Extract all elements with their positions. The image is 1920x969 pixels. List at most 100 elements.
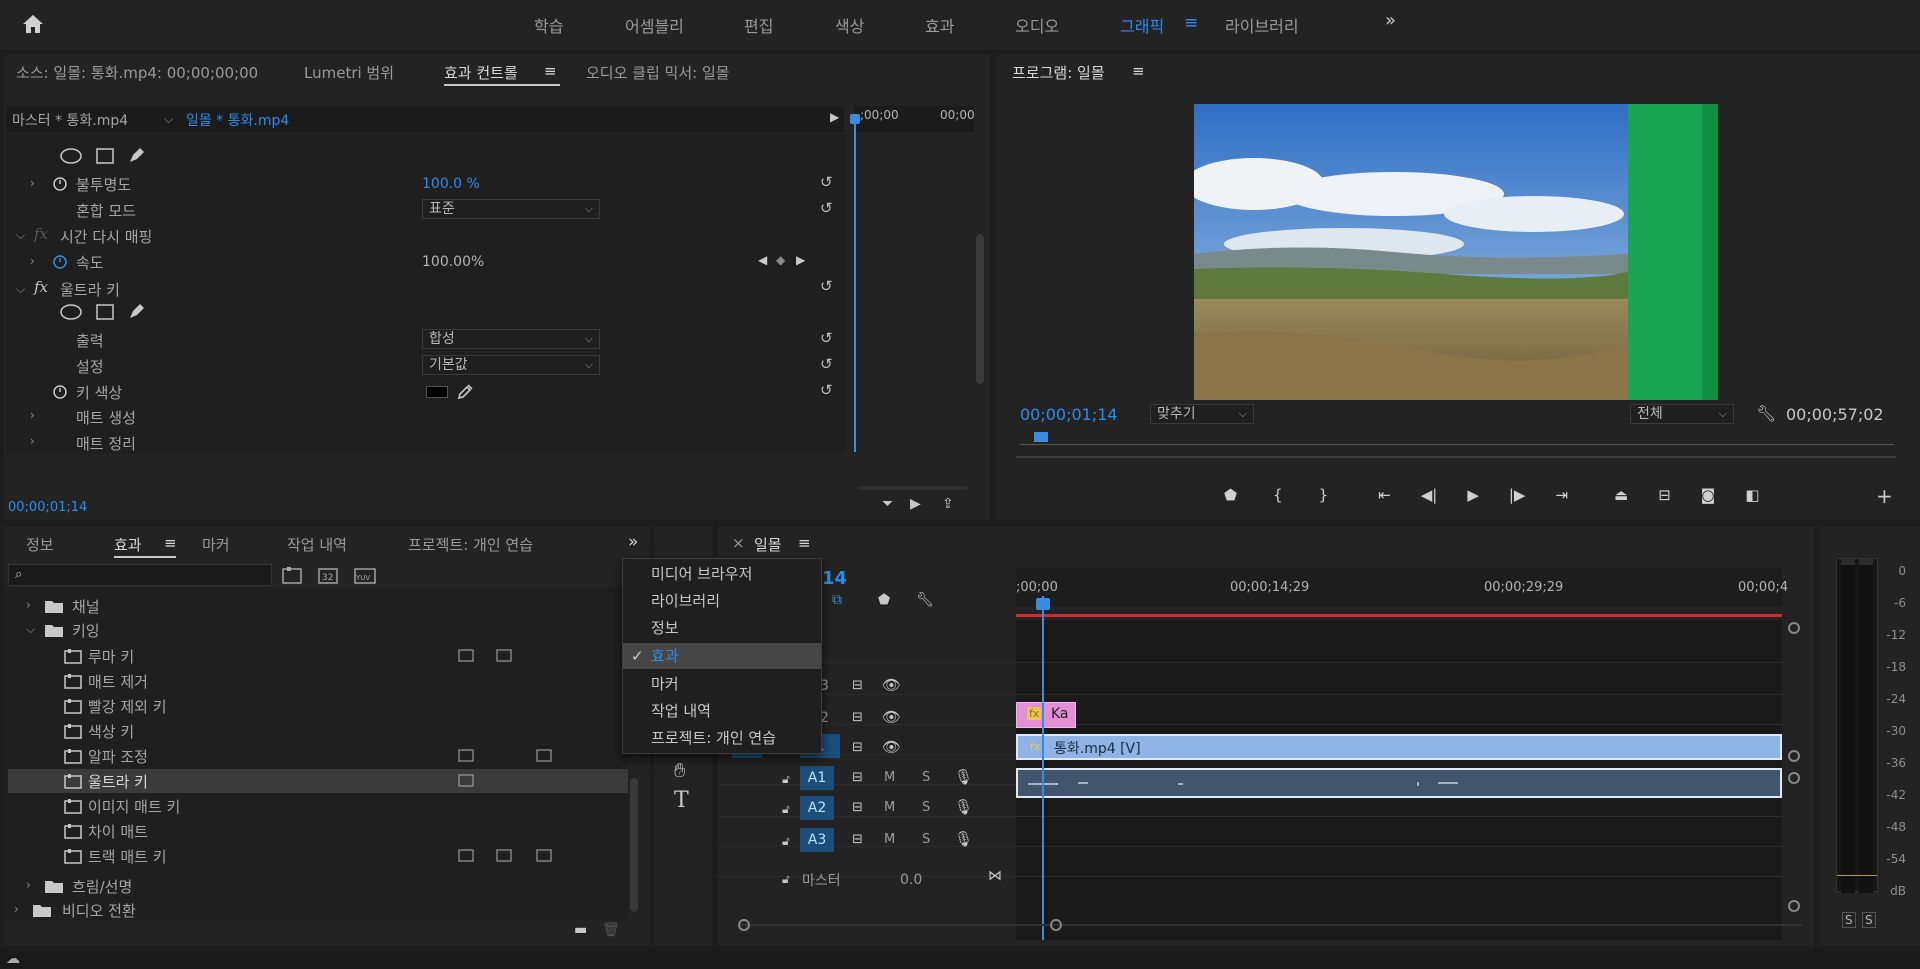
go-to-in-icon[interactable]: ⇤ bbox=[1378, 486, 1391, 504]
effect-controls-timecode[interactable]: 00;00;01;14 bbox=[8, 500, 87, 515]
reset-icon[interactable]: ↺ bbox=[820, 356, 836, 372]
timeline-ruler[interactable] bbox=[1016, 568, 1782, 606]
output-dropdown[interactable]: 합성 ⌵ bbox=[422, 329, 600, 349]
effect-item[interactable]: 트랙 매트 키 bbox=[88, 846, 167, 867]
stopwatch-icon[interactable] bbox=[52, 175, 68, 191]
sync-lock-icon[interactable]: ⊟ bbox=[852, 800, 863, 815]
effect-item[interactable]: 차이 매트 bbox=[88, 821, 148, 842]
scroll-handle[interactable] bbox=[1788, 772, 1800, 784]
mark-in-icon[interactable]: { bbox=[1273, 486, 1283, 504]
ellipse-mask-icon[interactable] bbox=[60, 304, 82, 320]
opacity-value[interactable]: 100.0 % bbox=[422, 176, 480, 192]
extract-icon[interactable]: ⊟ bbox=[1658, 486, 1671, 504]
prev-keyframe-icon[interactable]: ◀ bbox=[758, 253, 767, 267]
camera-icon[interactable]: ◙ bbox=[1701, 486, 1716, 504]
chevron-down-icon[interactable]: ⌵ bbox=[164, 112, 173, 127]
effects-menu-icon[interactable]: ≡ bbox=[164, 534, 177, 552]
delete-icon[interactable]: 🗑︎ bbox=[602, 922, 620, 938]
tab-markers[interactable]: 마커 bbox=[202, 534, 230, 555]
menu-item-libraries[interactable]: 라이브러리 bbox=[623, 588, 821, 614]
workspace-edit[interactable]: 편집 bbox=[744, 13, 773, 37]
type-tool-icon[interactable]: T bbox=[674, 788, 689, 813]
track-a3-target[interactable]: A3 bbox=[800, 828, 834, 852]
compare-icon[interactable]: ◧ bbox=[1745, 486, 1759, 504]
master-clip-label[interactable]: 마스터 * 통화.mp4 bbox=[12, 110, 128, 130]
speed-value[interactable]: 100.00% bbox=[422, 254, 484, 270]
lock-icon[interactable]: 🔓︎ bbox=[782, 834, 790, 849]
effect-item[interactable]: 울트라 키 bbox=[88, 771, 148, 792]
folder-blur-sharpen[interactable]: 흐림/선명 bbox=[72, 876, 132, 897]
export-icon[interactable]: ⇪ bbox=[942, 496, 954, 512]
pen-mask-icon[interactable] bbox=[128, 146, 146, 164]
scroll-handle[interactable] bbox=[1788, 750, 1800, 762]
stopwatch-icon[interactable] bbox=[52, 383, 68, 399]
add-marker-icon[interactable]: ⬟ bbox=[878, 592, 890, 608]
expand-chevron-icon[interactable]: › bbox=[30, 176, 35, 190]
play-audio-icon[interactable]: ▶ bbox=[910, 496, 921, 512]
scroll-handle[interactable] bbox=[1788, 900, 1800, 912]
linked-selection-icon[interactable]: ⧉ bbox=[832, 592, 842, 608]
track-a1-target[interactable]: A1 bbox=[800, 766, 834, 790]
timeline-zoom-track[interactable] bbox=[738, 924, 1802, 926]
blend-mode-dropdown[interactable]: 표준 ⌵ bbox=[422, 199, 600, 219]
program-menu-icon[interactable]: ≡ bbox=[1132, 62, 1145, 80]
sync-lock-icon[interactable]: ⊟ bbox=[852, 832, 863, 847]
collapse-chevron-icon[interactable]: ⌵ bbox=[16, 282, 25, 297]
effect-item[interactable]: 색상 키 bbox=[88, 721, 134, 742]
marker-icon[interactable]: ⬟ bbox=[1224, 486, 1237, 504]
mute-button[interactable]: M bbox=[884, 832, 895, 847]
tab-effect-controls[interactable]: 효과 컨트롤 bbox=[444, 62, 518, 83]
solo-right-button[interactable]: S bbox=[1862, 912, 1876, 928]
program-video-frame[interactable] bbox=[1194, 104, 1718, 400]
mic-icon[interactable]: 🎙︎ bbox=[954, 798, 973, 816]
fit-dropdown[interactable]: 맞추기 ⌵ bbox=[1150, 404, 1254, 424]
filter-icon[interactable]: ⏷ bbox=[882, 496, 893, 512]
effect-item[interactable]: 알파 조정 bbox=[88, 746, 148, 767]
workspace-assembly[interactable]: 어셈블리 bbox=[625, 13, 684, 37]
timeline-menu-icon[interactable]: ≡ bbox=[798, 534, 811, 552]
reset-icon[interactable]: ↺ bbox=[820, 278, 836, 294]
effect-item[interactable]: 이미지 매트 키 bbox=[88, 796, 180, 817]
menu-item-media-browser[interactable]: 미디어 브라우저 bbox=[623, 561, 821, 587]
reset-icon[interactable]: ↺ bbox=[820, 174, 836, 190]
reset-icon[interactable]: ↺ bbox=[820, 330, 836, 346]
next-keyframe-icon[interactable]: ▶ bbox=[796, 253, 805, 267]
mini-playhead-handle[interactable] bbox=[850, 114, 860, 124]
workspace-effects[interactable]: 효과 bbox=[925, 13, 954, 37]
effect-controls-scrollbar[interactable] bbox=[976, 234, 984, 384]
effect-item[interactable]: 매트 제거 bbox=[88, 671, 148, 692]
eye-icon[interactable]: 👁︎ bbox=[882, 708, 901, 726]
sync-lock-icon[interactable]: ⊟ bbox=[852, 678, 863, 693]
program-time-ruler[interactable] bbox=[1020, 432, 1894, 450]
tab-info[interactable]: 정보 bbox=[26, 534, 54, 555]
menu-item-effects[interactable]: ✓ 효과 bbox=[623, 643, 821, 669]
setting-dropdown[interactable]: 기본값 ⌵ bbox=[422, 355, 600, 375]
timeline-settings-icon[interactable]: 🔧︎ bbox=[916, 592, 934, 608]
menu-item-markers[interactable]: 마커 bbox=[623, 671, 821, 697]
expand-chevron-icon[interactable]: › bbox=[26, 878, 31, 892]
solo-left-button[interactable]: S bbox=[1842, 912, 1856, 928]
mic-icon[interactable]: 🎙︎ bbox=[954, 830, 973, 848]
workspace-libraries[interactable]: 라이브러리 bbox=[1225, 13, 1299, 37]
eye-icon[interactable]: 👁︎ bbox=[882, 676, 901, 694]
mic-icon[interactable]: 🎙︎ bbox=[954, 768, 973, 786]
mute-button[interactable]: M bbox=[884, 800, 895, 815]
step-back-icon[interactable]: ◀| bbox=[1421, 486, 1438, 504]
menu-item-history[interactable]: 작업 내역 bbox=[623, 698, 821, 724]
effects-scrollbar[interactable] bbox=[630, 778, 638, 912]
effects-search-input[interactable]: ⌕ bbox=[8, 564, 272, 586]
effect-item[interactable]: 루마 키 bbox=[88, 646, 134, 667]
expand-chevron-icon[interactable]: › bbox=[30, 434, 35, 448]
go-to-out-icon[interactable]: ⇥ bbox=[1555, 486, 1568, 504]
collapse-chevron-icon[interactable]: ⌵ bbox=[16, 228, 25, 243]
tab-source[interactable]: 소스: 일몰: 통화.mp4: 00;00;00;00 bbox=[16, 62, 258, 83]
lock-icon[interactable]: 🔓︎ bbox=[782, 772, 790, 787]
sequence-clip-label[interactable]: 일몰 * 통화.mp4 bbox=[186, 110, 289, 130]
eye-icon[interactable]: 👁︎ bbox=[882, 738, 901, 756]
step-forward-icon[interactable]: |▶ bbox=[1509, 486, 1526, 504]
lock-icon[interactable]: 🔓︎ bbox=[782, 802, 790, 817]
workspace-color[interactable]: 색상 bbox=[835, 13, 864, 37]
program-zoom-bar[interactable] bbox=[1016, 456, 1896, 458]
solo-button[interactable]: S bbox=[922, 800, 930, 815]
reset-icon[interactable]: ↺ bbox=[820, 382, 836, 398]
